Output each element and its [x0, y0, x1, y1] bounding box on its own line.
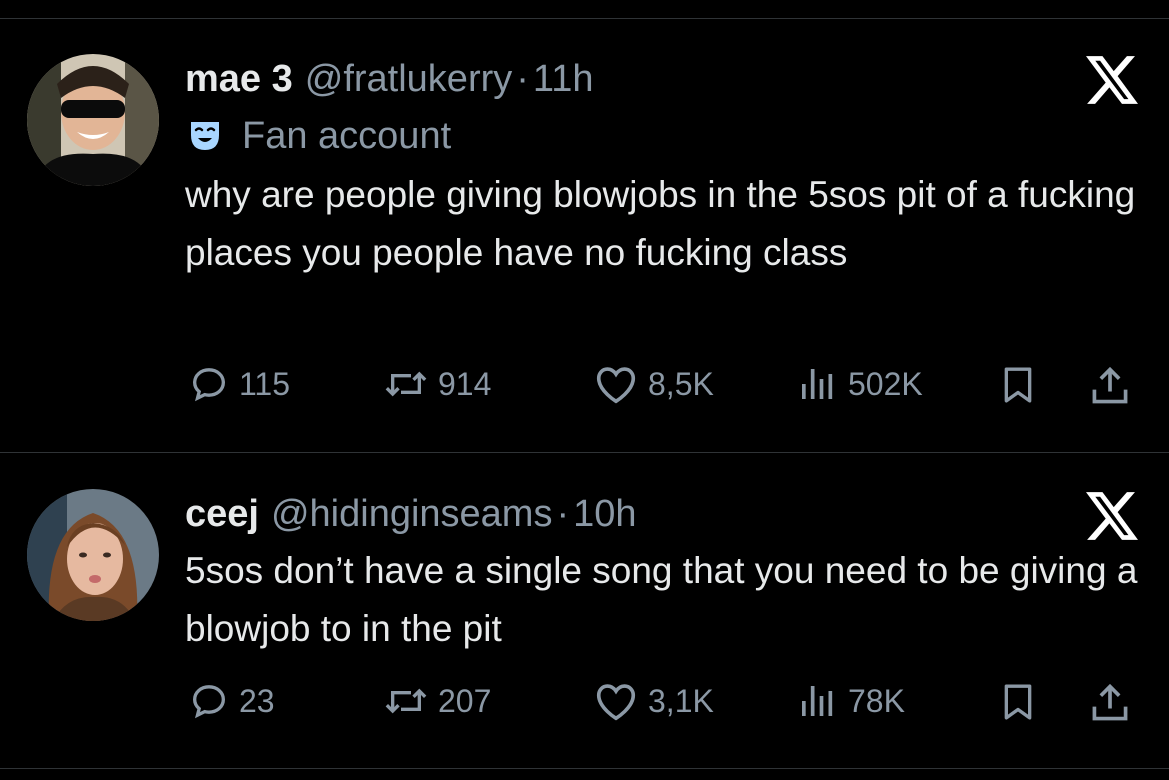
views-icon: [802, 686, 833, 716]
x-logo-icon: [1086, 492, 1138, 540]
views-count: 502K: [848, 366, 923, 402]
account-badge: Fan account: [188, 117, 451, 155]
avatar[interactable]: [27, 489, 159, 621]
separator-dot: ·: [516, 58, 529, 100]
repost-count: 207: [438, 683, 492, 719]
avatar[interactable]: [27, 54, 159, 186]
theater-mask-icon: [191, 122, 219, 150]
bookmark-button[interactable]: [998, 681, 1038, 723]
separator-dot: ·: [556, 493, 570, 535]
timestamp[interactable]: 11h: [533, 60, 594, 98]
repost-count: 914: [438, 366, 492, 402]
like-icon: [596, 684, 636, 721]
tweet-actions: 23 207 3,1K 78K: [0, 681, 1169, 729]
repost-icon: [385, 371, 427, 397]
like-icon: [596, 367, 636, 404]
bookmark-button[interactable]: [998, 364, 1038, 406]
share-icon: [1092, 683, 1128, 721]
bookmark-icon: [1004, 367, 1032, 403]
like-button[interactable]: 3,1K: [594, 681, 714, 721]
tweet-text: why are people giving blowjobs in the 5s…: [185, 174, 1136, 273]
views-button[interactable]: 502K: [796, 364, 923, 404]
timestamp[interactable]: 10h: [573, 495, 636, 533]
reply-button[interactable]: 115: [189, 364, 290, 404]
tweet-text: 5sos don’t have a single song that you n…: [185, 550, 1138, 649]
like-count: 8,5K: [648, 366, 714, 402]
tweet-actions: 115 914 8,5K 502K: [0, 364, 1169, 412]
user-handle[interactable]: @fratlukerry: [305, 60, 513, 98]
share-button[interactable]: [1088, 364, 1132, 408]
display-name[interactable]: mae 3: [185, 60, 293, 98]
share-button[interactable]: [1088, 681, 1132, 725]
tweet-header: ceej @hidinginseams · 10h: [185, 495, 637, 533]
reply-icon: [192, 368, 226, 402]
like-count: 3,1K: [648, 683, 714, 719]
tweet-card[interactable]: mae 3 @fratlukerry · 11h Fan account why…: [0, 0, 1169, 452]
repost-icon: [385, 688, 427, 714]
views-count: 78K: [848, 683, 905, 719]
tweet-header: mae 3 @fratlukerry · 11h: [185, 60, 594, 98]
views-icon: [802, 369, 833, 399]
reply-count: 115: [239, 366, 291, 402]
bookmark-icon: [1004, 684, 1032, 720]
repost-button[interactable]: 207: [384, 681, 491, 721]
reply-count: 23: [239, 683, 275, 719]
badge-label: Fan account: [242, 115, 452, 157]
reply-icon: [192, 685, 226, 719]
display-name[interactable]: ceej: [185, 495, 259, 533]
views-button[interactable]: 78K: [796, 681, 905, 721]
repost-button[interactable]: 914: [384, 364, 491, 404]
share-icon: [1092, 366, 1128, 404]
like-button[interactable]: 8,5K: [594, 364, 714, 404]
user-handle[interactable]: @hidinginseams: [271, 495, 553, 533]
reply-button[interactable]: 23: [189, 681, 275, 721]
tweet-card[interactable]: ceej @hidinginseams · 10h 5sos don’t hav…: [0, 453, 1169, 768]
x-logo-icon: [1086, 56, 1138, 104]
bottom-divider: [0, 768, 1169, 769]
